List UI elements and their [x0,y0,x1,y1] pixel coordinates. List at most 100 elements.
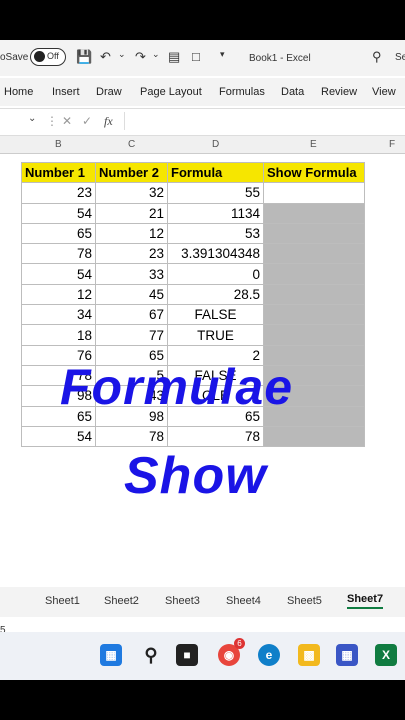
search-icon[interactable]: ⚲ [372,49,382,65]
workbook-title: Book1 - Excel [249,53,311,64]
formula-input[interactable] [124,112,405,130]
show-formula-cell[interactable] [263,304,365,326]
redo-icon[interactable]: ↷ [135,49,146,65]
table-cell[interactable]: 3.391304348 [167,243,264,265]
table-cell[interactable]: 33 [95,263,168,285]
table-cell[interactable]: 12 [21,283,96,306]
tab-view[interactable]: View [372,86,396,98]
more-icon[interactable]: ⋮ [46,114,58,128]
autosave-toggle[interactable]: Off [30,48,66,66]
header-row: Number 1 Number 2 Formula Show Formula [21,161,365,184]
share-icon[interactable]: □ [192,49,200,64]
show-formula-cell[interactable] [263,425,365,448]
sheet-tab[interactable]: Sheet4 [226,595,261,607]
table-cell[interactable]: 34 [21,304,96,326]
table-cell[interactable]: 21 [95,202,168,224]
undo-dropdown-icon[interactable]: ⌄ [118,49,126,60]
table-row: 78 23 3.391304348 [21,243,365,265]
file-explorer-icon[interactable]: ▩ [298,644,320,666]
column-header-f[interactable]: F [389,139,395,150]
table-cell[interactable]: 54 [21,425,96,448]
table-row: 54 78 78 [21,425,365,448]
tab-data[interactable]: Data [281,86,304,98]
table-cell[interactable]: 77 [95,324,168,346]
formula-bar: ⌄ ⋮ ✕ ✓ fx [0,108,405,136]
table-row: 54 33 0 [21,263,365,285]
tab-home[interactable]: Home [4,86,33,98]
store-icon[interactable]: ▦ [336,644,358,666]
save-icon[interactable]: 💾 [76,49,92,65]
column-header-d[interactable]: D [212,139,219,150]
autosave-label: oSave [0,52,29,63]
table-cell[interactable]: 78 [21,243,96,265]
search-label[interactable]: Se [395,52,405,63]
table-cell[interactable]: 78 [167,425,264,448]
cancel-icon[interactable]: ✕ [62,114,72,128]
sheet-tab[interactable]: Sheet3 [165,595,200,607]
table-cell[interactable]: 65 [21,222,96,245]
edge-icon[interactable]: e [258,644,280,666]
undo-icon[interactable]: ↶ [100,49,111,65]
task-view-icon[interactable]: ■ [176,644,198,666]
show-formula-cell[interactable] [263,324,365,346]
table-row: 34 67 FALSE [21,304,365,326]
redo-dropdown-icon[interactable]: ⌄ [152,49,160,60]
tab-review[interactable]: Review [321,86,357,98]
table-cell[interactable]: 28.5 [167,283,264,306]
column-header-e[interactable]: E [310,139,317,150]
show-formula-cell[interactable] [263,202,365,224]
table-cell[interactable]: 45 [95,283,168,306]
customize-dropdown-icon[interactable]: ▾ [220,49,225,60]
tab-page-layout[interactable]: Page Layout [140,86,202,98]
table-cell[interactable]: 53 [167,222,264,245]
table-cell[interactable]: TRUE [167,324,264,346]
table-cell[interactable]: 18 [21,324,96,346]
table-cell[interactable]: 12 [95,222,168,245]
table-cell[interactable]: 0 [167,263,264,285]
tab-draw[interactable]: Draw [96,86,122,98]
notification-badge: 6 [234,638,245,649]
header-cell[interactable]: Formula [167,161,264,184]
windows-taskbar: ▦ ⚲ ■ ◉ 6 e ▩ ▦ X [0,632,405,680]
overlay-title-show: Show [124,447,267,505]
function-icon[interactable]: fx [104,114,113,129]
table-row: 23 32 55 [21,182,365,204]
enter-icon[interactable]: ✓ [82,114,92,128]
table-cell[interactable]: 54 [21,202,96,224]
table-cell[interactable]: 54 [21,263,96,285]
table-cell[interactable]: 23 [95,243,168,265]
form-icon[interactable]: ▤ [168,49,180,65]
column-header-c[interactable]: C [128,139,135,150]
column-header-b[interactable]: B [55,139,62,150]
table-cell[interactable]: 32 [95,182,168,204]
header-cell[interactable]: Number 2 [95,161,168,184]
table-cell[interactable]: 55 [167,182,264,204]
table-row: 65 12 53 [21,222,365,245]
sheet-tab[interactable]: Sheet5 [287,595,322,607]
windows-start-icon[interactable]: ▦ [100,644,122,666]
show-formula-cell[interactable] [263,222,365,245]
header-cell[interactable]: Number 1 [21,161,96,184]
sheet-tab-active[interactable]: Sheet7 [347,593,384,609]
excel-icon[interactable]: X [375,644,397,666]
chevron-down-icon: ⌄ [28,113,37,124]
show-formula-cell[interactable] [263,243,365,265]
table-row: 54 21 1134 [21,202,365,224]
sheet-tab[interactable]: Sheet1 [45,595,80,607]
table-cell[interactable]: 78 [95,425,168,448]
search-icon[interactable]: ⚲ [140,644,162,666]
table-cell[interactable]: 23 [21,182,96,204]
header-cell[interactable]: Show Formula [263,161,365,184]
name-box[interactable]: ⌄ [0,113,40,129]
show-formula-cell[interactable] [263,263,365,285]
table-cell[interactable]: FALSE [167,304,264,326]
tab-formulas[interactable]: Formulas [219,86,265,98]
sheet-tab[interactable]: Sheet2 [104,595,139,607]
excel-window: oSave Off 💾 ↶ ⌄ ↷ ⌄ ▤ □ ▾ Book1 - Excel … [0,40,405,680]
table-row: 12 45 28.5 [21,283,365,306]
show-formula-cell[interactable] [263,182,365,204]
show-formula-cell[interactable] [263,283,365,306]
table-cell[interactable]: 1134 [167,202,264,224]
tab-insert[interactable]: Insert [52,86,80,98]
table-cell[interactable]: 67 [95,304,168,326]
